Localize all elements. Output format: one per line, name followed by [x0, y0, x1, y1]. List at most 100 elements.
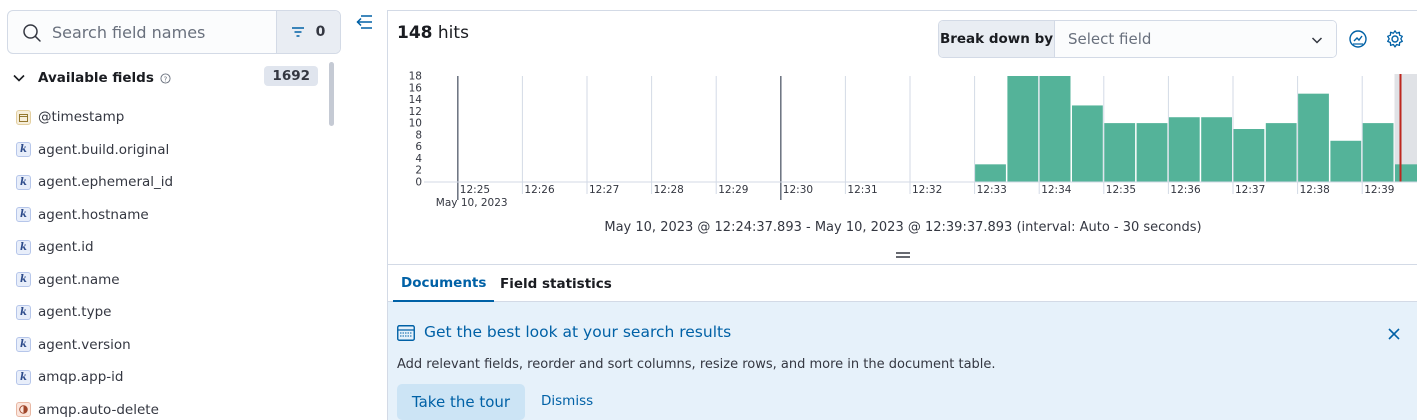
keyword-field-icon: k: [16, 272, 31, 288]
y-tick-label: 10: [409, 118, 422, 130]
field-name: agent.version: [38, 336, 131, 353]
discover-app: 0 Available fields ? 1692: [0, 0, 1417, 420]
x-tick-label: 12:26: [524, 184, 555, 196]
info-icon: ?: [160, 72, 171, 84]
field-item[interactable]: k agent.version: [0, 329, 330, 362]
keyword-field-icon: k: [16, 304, 31, 320]
field-item[interactable]: k amqp.app-id: [0, 361, 330, 394]
keyword-field-icon: k: [16, 142, 31, 158]
histogram-bar: [1072, 105, 1103, 182]
collapse-sidebar-icon[interactable]: [354, 12, 374, 32]
field-item[interactable]: k agent.name: [0, 264, 330, 297]
x-tick-label: 12:37: [1235, 184, 1265, 196]
y-tick-label: 6: [415, 141, 422, 153]
field-item[interactable]: k agent.type: [0, 296, 330, 329]
callout-text: Add relevant fields, reorder and sort co…: [397, 357, 996, 372]
field-name: agent.id: [38, 239, 94, 256]
histogram-bar: [1362, 123, 1394, 182]
histogram-bar: [975, 164, 1006, 182]
histogram-bar: [1007, 76, 1039, 182]
chevron-down-icon: [13, 74, 25, 82]
histogram-bar: [1168, 117, 1200, 182]
hits-count: 148: [397, 23, 433, 43]
keyword-field-icon: k: [16, 369, 31, 385]
breakdown-label: Break down by: [939, 21, 1055, 57]
svg-text:?: ?: [164, 75, 168, 83]
field-item[interactable]: @timestamp: [0, 101, 330, 134]
histogram-chart[interactable]: 0 2 4 6 8 10 12 14 16 18 12:25 12:26 12:27 12:28 12:29…: [388, 69, 1417, 219]
field-item[interactable]: k agent.id: [0, 231, 330, 264]
histogram-bar: [1265, 123, 1297, 182]
histogram-bar: [1039, 76, 1071, 182]
field-sidebar: 0 Available fields ? 1692: [0, 0, 372, 420]
x-tick-label: 12:30: [783, 184, 813, 196]
view-tabs: Documents Field statistics: [388, 264, 1417, 302]
x-tick-label: 12:36: [1170, 184, 1201, 196]
search-field-names-input[interactable]: [52, 11, 277, 53]
hits-label: hits: [437, 23, 469, 43]
available-fields-toggle[interactable]: Available fields ? 1692: [12, 66, 322, 90]
histogram-bar: [1104, 123, 1136, 182]
tab-field-statistics[interactable]: Field statistics: [492, 265, 620, 302]
keyword-field-icon: k: [16, 174, 31, 190]
main-panel: 148 hits Break down by Select field 0246…: [387, 10, 1417, 420]
field-name: agent.name: [38, 271, 120, 288]
tour-callout: Get the best look at your search results…: [388, 302, 1417, 420]
histogram-bar: [1330, 140, 1362, 182]
x-tick-label: 12:28: [654, 184, 684, 196]
resize-handle-icon[interactable]: [896, 251, 910, 259]
search-icon: [23, 24, 41, 42]
y-tick-label: 12: [409, 106, 422, 118]
y-tick-label: 8: [415, 129, 422, 141]
gear-icon[interactable]: [1385, 29, 1405, 49]
field-name: @timestamp: [38, 109, 125, 126]
breakdown-field-select[interactable]: Select field: [1055, 21, 1336, 57]
take-tour-button[interactable]: Take the tour: [397, 384, 525, 420]
keyword-field-icon: k: [16, 239, 31, 255]
close-icon[interactable]: [1387, 327, 1401, 341]
y-tick-label: 4: [415, 153, 422, 165]
histogram-svg: 024681012141618 12:25 12:26 12:27 12:28 12:29…: [409, 71, 1417, 209]
breakdown-select-value: Select field: [1068, 30, 1152, 48]
field-item[interactable]: k agent.hostname: [0, 199, 330, 232]
field-item[interactable]: k agent.ephemeral_id: [0, 166, 330, 199]
x-date-label: May 10, 2023: [436, 197, 508, 209]
time-interval-icon[interactable]: [1348, 29, 1368, 49]
breakdown-control: Break down by Select field: [938, 20, 1337, 58]
field-name: agent.hostname: [38, 206, 149, 223]
x-tick-label: 12:32: [912, 184, 942, 196]
field-list: @timestamp k agent.build.original k agen…: [0, 101, 330, 420]
y-tick-label: 2: [415, 165, 422, 177]
field-type-filter-button[interactable]: 0: [276, 11, 340, 53]
x-tick-label: 12:29: [718, 184, 748, 196]
available-fields-label: Available fields: [38, 70, 154, 86]
field-name: amqp.auto-delete: [38, 401, 159, 418]
y-tick-label: 16: [409, 82, 423, 94]
field-name: amqp.app-id: [38, 369, 124, 386]
histogram-bar: [1136, 123, 1168, 182]
field-item[interactable]: amqp.auto-delete: [0, 394, 330, 420]
filter-count: 0: [315, 24, 326, 40]
histogram-bar: [1233, 129, 1265, 182]
tab-documents[interactable]: Documents: [393, 265, 495, 302]
keyword-field-icon: k: [16, 337, 31, 353]
chevron-down-icon: [1311, 37, 1323, 44]
x-tick-label: 12:27: [589, 184, 619, 196]
date-field-icon: [16, 109, 31, 125]
field-item[interactable]: k agent.build.original: [0, 134, 330, 167]
x-tick-label: 12:39: [1364, 184, 1394, 196]
dismiss-button[interactable]: Dismiss: [541, 393, 593, 409]
y-tick-label: 18: [409, 71, 422, 83]
keyword-field-icon: k: [16, 207, 31, 223]
field-name: agent.build.original: [38, 141, 170, 158]
y-tick-label: 0: [415, 177, 422, 189]
field-name: agent.type: [38, 304, 112, 321]
available-fields-count-badge: 1692: [264, 66, 318, 86]
time-range-text: May 10, 2023 @ 12:24:37.893 - May 10, 20…: [604, 220, 1202, 235]
histogram-bar: [1298, 93, 1329, 182]
filter-icon: [291, 27, 304, 37]
field-search-box: 0: [7, 10, 341, 54]
x-tick-label: 12:34: [1041, 184, 1072, 196]
x-tick-label: 12:35: [1106, 184, 1136, 196]
callout-title: Get the best look at your search results: [424, 323, 732, 341]
